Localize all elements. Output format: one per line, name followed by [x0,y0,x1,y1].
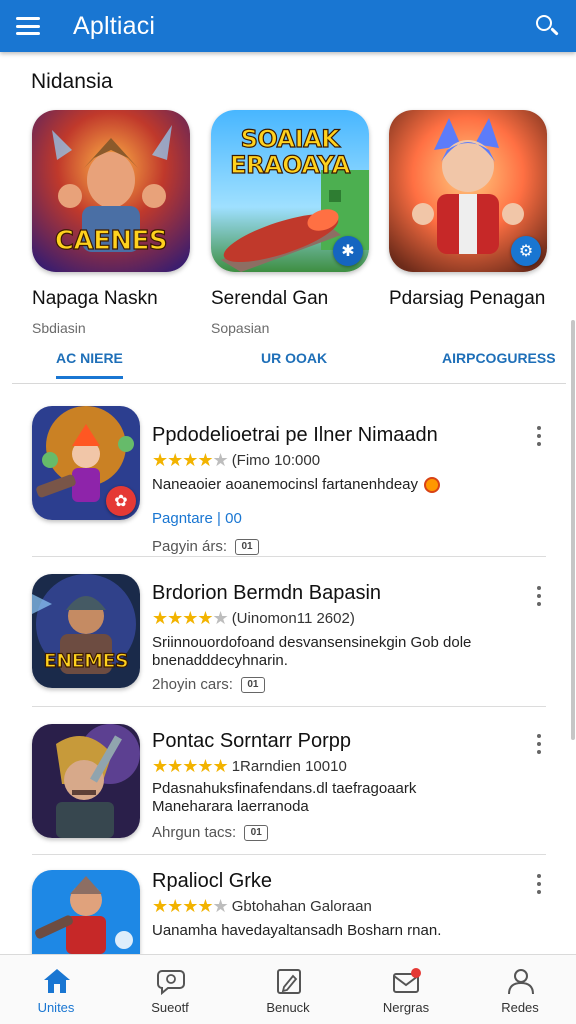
nav-label: Benuck [266,1000,310,1015]
featured-app-name: Serendal Gan [211,288,329,309]
meta-chip: 01 [244,824,269,841]
meta-chip: 01 [240,676,265,693]
divider [32,854,546,855]
list-item[interactable]: Rpaliocl Grke ★★★★★ Gbtohahan Galoraan U… [0,870,576,954]
edit-icon [277,969,301,994]
featured-card[interactable]: ⚙ Pdarsiag Penagan [389,110,559,310]
featured-art-title: SOAIAK ERAOAYA [230,125,351,179]
app-meta: Ahrgun tacs: 01 [152,824,269,841]
app-rating: ★★★★★ 1Rarndien 10010 [152,756,347,777]
app-icon: ✿ [32,406,140,520]
featured-app-category: Sopasian [211,320,270,336]
nav-label: Sueotf [151,1000,189,1015]
nav-label: Nergras [382,1000,430,1015]
nav-item-messages[interactable]: Nergras [356,955,456,1024]
tab[interactable]: AIRPCOGURESS [442,350,556,366]
tab[interactable]: UR OOAK [261,350,327,366]
app-description: Uanamha havedayaltansadh Bosharn rnan. [152,922,442,939]
app-title: Brdorion Bermdn Bapasin [152,582,382,604]
app-meta-label: 2hoyin cars: [152,676,233,693]
divider [32,556,546,557]
featured-carousel: CAENES Napaga Naskn Sbdiasin SOAIAK ERAO… [0,110,576,340]
top-app-bar: Apltiaci [0,0,576,52]
bottom-navigation: Unites Sueotf Benuck Nergras Redes [0,954,576,1024]
star-rating-icon: ★★★★★ [152,450,229,470]
more-options-icon[interactable] [534,586,544,606]
nav-item-home[interactable]: Unites [6,955,106,1024]
flower-icon: ✿ [106,486,136,516]
featured-card[interactable]: CAENES Napaga Naskn Sbdiasin [32,110,202,336]
nav-item-edit[interactable]: Benuck [238,955,338,1024]
nav-item-social[interactable]: Sueotf [120,955,220,1024]
list-item[interactable]: ✿ Ppdodelioetrai pe Ilner Nimaadn ★★★★★ … [0,406,576,556]
featured-card[interactable]: SOAIAK ERAOAYA ✱ Serendal Gan Sopasian [211,110,381,336]
star-rating-icon: ★★★★★ [152,756,229,776]
gear-icon: ⚙ [511,236,541,266]
app-description: Naneaoier aoanemocinsl fartanenhdeay [152,476,482,494]
tab-active[interactable]: AC NIERE [56,350,123,379]
more-options-icon[interactable] [534,734,544,754]
featured-app-name: Pdarsiag Penagan [389,288,546,309]
app-description: Sriinnouordofoand desvansensinekgin Gob … [152,634,472,669]
more-options-icon[interactable] [534,426,544,446]
app-icon: ENEMES [32,574,140,688]
app-meta: Pagyin árs: 01 [152,538,260,555]
chat-bubble-icon [157,970,185,995]
app-meta-label: Ahrgun tacs: [152,824,237,841]
app-rating: ★★★★★ (Uinomon11 2602) [152,608,355,629]
featured-app-name: Napaga Naskn [32,288,158,309]
category-tabs: AC NIERE UR OOAK AIRPCOGURESS [12,340,566,384]
app-screen: Apltiaci Nidansia CAENES Napaga Naskn Sb… [0,0,576,1024]
nav-item-profile[interactable]: Redes [470,955,570,1024]
featured-art-title: CAENES [54,225,168,256]
app-rating: ★★★★★ (Fimo 10:000 [152,450,320,471]
nav-label: Redes [501,1000,539,1015]
emoji-icon [424,477,441,494]
profile-icon [508,969,534,995]
featured-app-category: Sbdiasin [32,320,86,336]
app-link[interactable]: Pagntare | 00 [152,510,242,527]
search-icon[interactable] [534,13,560,39]
app-description: Pdasnahuksfinafendans.dl taefragoaark Ma… [152,780,417,815]
divider [32,706,546,707]
app-art-title: ENEMES [43,649,129,672]
nav-label: Unites [37,1000,75,1015]
featured-game-art: SOAIAK ERAOAYA ✱ [211,110,369,272]
home-icon [44,969,70,993]
star-rating-icon: ★★★★★ [152,896,229,916]
mail-notification-icon [393,968,421,993]
puzzle-icon: ✱ [333,236,363,266]
hamburger-menu-icon[interactable] [16,17,40,35]
app-meta-label: Pagyin árs: [152,538,228,555]
featured-game-art: ⚙ [389,110,547,272]
star-rating-icon: ★★★★★ [152,608,229,628]
rating-count: 1Rarndien 10010 [231,758,347,775]
app-title: Ppdodelioetrai pe Ilner Nimaadn [152,424,438,446]
rating-count: (Uinomon11 2602) [231,610,355,627]
featured-game-art: CAENES [32,110,190,272]
rating-count: (Fimo 10:000 [231,452,321,469]
app-icon [32,724,140,838]
meta-chip: 01 [235,538,260,555]
list-item[interactable]: ENEMES Brdorion Bermdn Bapasin ★★★★★ (Ui… [0,574,576,708]
section-title: Nidansia [31,70,113,93]
rating-count: Gbtohahan Galoraan [231,898,372,915]
app-description-text: Naneaoier aoanemocinsl fartanenhdeay [152,476,419,493]
app-meta: 2hoyin cars: 01 [152,676,265,693]
more-options-icon[interactable] [534,874,544,894]
app-title: Rpaliocl Grke [152,870,273,892]
app-title: Apltiaci [73,11,156,40]
app-title: Pontac Sorntarr Porpp [152,730,351,752]
app-icon [32,870,140,954]
list-item[interactable]: Pontac Sorntarr Porpp ★★★★★ 1Rarndien 10… [0,724,576,856]
app-rating: ★★★★★ Gbtohahan Galoraan [152,896,372,917]
